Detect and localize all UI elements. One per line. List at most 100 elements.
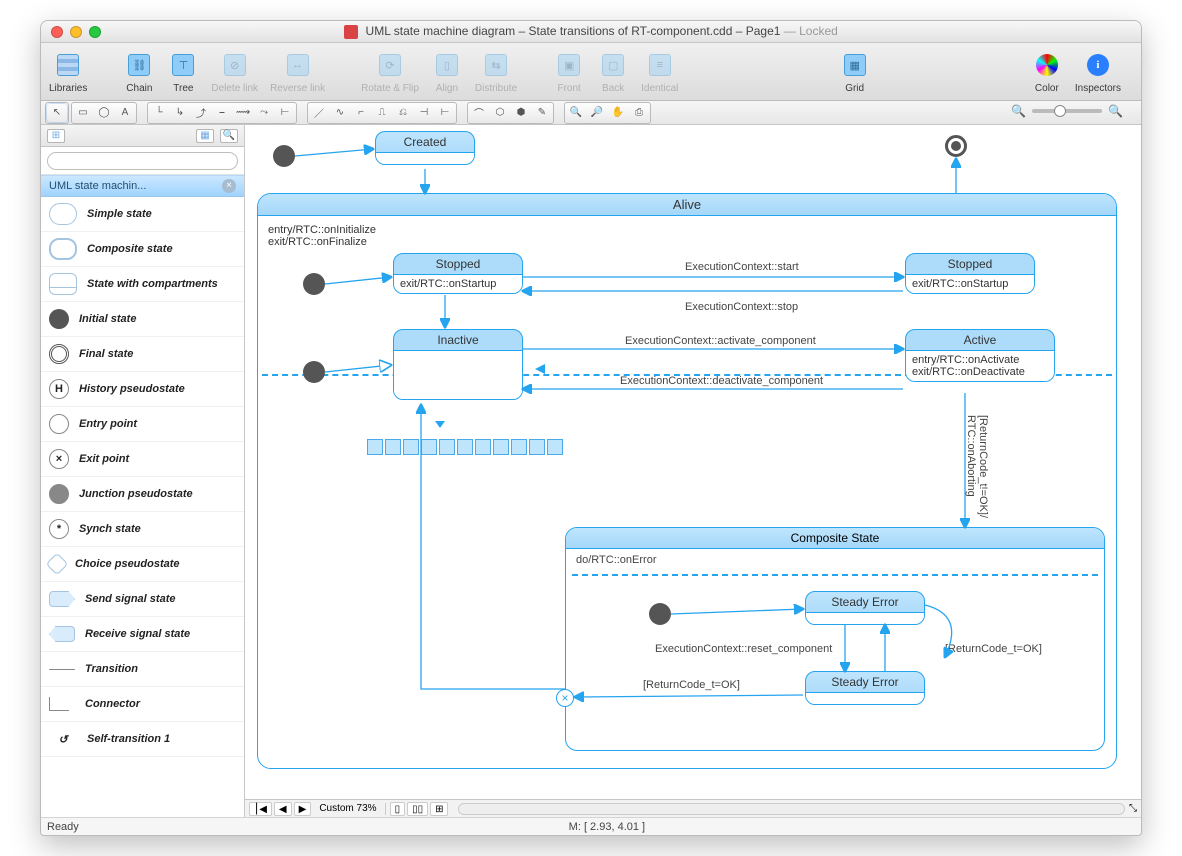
connector-3[interactable]: ⤴ — [191, 104, 211, 122]
lib-item-transition[interactable]: Transition — [41, 652, 244, 687]
connector-1[interactable]: └ — [149, 104, 169, 122]
selection-tools[interactable]: ↖ — [45, 102, 69, 124]
misc-tools[interactable]: ⌒ ⬡ ⬢ ✎ — [467, 102, 554, 124]
lib-item-choice[interactable]: Choice pseudostate — [41, 547, 244, 582]
lib-item-state-compartments[interactable]: State with compartments — [41, 267, 244, 302]
page-prev[interactable]: ◀ — [274, 802, 292, 816]
color-button[interactable]: Color — [1031, 49, 1063, 94]
lib-item-receive-signal[interactable]: Receive signal state — [41, 617, 244, 652]
lib-item-self-transition[interactable]: ↺Self-transition 1 — [41, 722, 244, 757]
state-created[interactable]: Created — [375, 131, 475, 165]
page-next[interactable]: ▶ — [294, 802, 312, 816]
ellipse-tool[interactable]: ◯ — [94, 104, 114, 122]
rect-tool[interactable]: ▭ — [73, 104, 93, 122]
align-button[interactable]: ▯Align — [431, 49, 463, 94]
tree-button[interactable]: ⊤Tree — [167, 49, 199, 94]
libraries-button[interactable]: Libraries — [49, 49, 87, 94]
initial-state-top[interactable] — [273, 145, 295, 167]
shape-tools[interactable]: ▭ ◯ A — [71, 102, 137, 124]
reverse-link-button[interactable]: ↔Reverse link — [270, 49, 325, 94]
tab-grid-icon[interactable]: ▦ — [196, 129, 214, 143]
state-composite[interactable]: Composite State do/RTC::onError — [565, 527, 1105, 751]
zoom-in-icon[interactable]: 🔍 — [1108, 104, 1123, 118]
lib-item-initial-state[interactable]: Initial state — [41, 302, 244, 337]
lib-item-final-state[interactable]: Final state — [41, 337, 244, 372]
pointer-tool[interactable]: ↖ — [47, 104, 67, 122]
grid-button[interactable]: ▦Grid — [839, 49, 871, 94]
front-button[interactable]: ▣Front — [553, 49, 585, 94]
zoom-tool[interactable]: 🔍 — [566, 104, 586, 122]
connector-6[interactable]: ⤳ — [254, 104, 274, 122]
final-state-top[interactable] — [945, 135, 967, 157]
library-header[interactable]: UML state machin... × — [41, 175, 244, 197]
lib-item-send-signal[interactable]: Send signal state — [41, 582, 244, 617]
distribute-button[interactable]: ⇆Distribute — [475, 49, 517, 94]
inspectors-button[interactable]: iInspectors — [1075, 49, 1121, 94]
zoom-window-button[interactable] — [89, 26, 101, 38]
tab-search-icon[interactable]: 🔍 — [220, 129, 238, 143]
initial-state-upper[interactable] — [303, 273, 325, 295]
state-steady-2[interactable]: Steady Error — [805, 671, 925, 705]
zoom-display[interactable]: Custom 73% — [315, 803, 380, 814]
zoom-thumb[interactable] — [1054, 105, 1066, 117]
view-tools[interactable]: 🔍 🔎 ✋ ⎙ — [564, 102, 651, 124]
view-1[interactable]: ▯ — [390, 802, 406, 816]
lib-item-exit-point[interactable]: ×Exit point — [41, 442, 244, 477]
state-steady-1[interactable]: Steady Error — [805, 591, 925, 625]
corner-resize[interactable]: ⤡ — [1129, 803, 1137, 814]
connector-5[interactable]: ⟿ — [233, 104, 253, 122]
line-tools[interactable]: ／ ∿ ⌐ ⎍ ⎌ ⊣ ⊢ — [307, 102, 457, 124]
hscrollbar[interactable] — [458, 803, 1125, 815]
zoom-slider[interactable]: 🔍 🔍 — [1011, 104, 1123, 118]
line-6[interactable]: ⊣ — [414, 104, 434, 122]
chain-button[interactable]: ⛓Chain — [123, 49, 155, 94]
misc-2[interactable]: ⬡ — [490, 104, 510, 122]
misc-4[interactable]: ✎ — [532, 104, 552, 122]
misc-3[interactable]: ⬢ — [511, 104, 531, 122]
connector-4[interactable]: ⎯ — [212, 104, 232, 122]
lib-item-junction[interactable]: Junction pseudostate — [41, 477, 244, 512]
zoom-tool-2[interactable]: 🔎 — [587, 104, 607, 122]
lib-item-composite-state[interactable]: Composite state — [41, 232, 244, 267]
view-2[interactable]: ▯▯ — [407, 802, 428, 816]
library-close-icon[interactable]: × — [222, 179, 236, 193]
selection-handles[interactable] — [367, 439, 563, 455]
view-3[interactable]: ⊞ — [430, 802, 448, 816]
state-stopped-right[interactable]: Stopped exit/RTC::onStartup — [905, 253, 1035, 294]
lib-item-connector[interactable]: Connector — [41, 687, 244, 722]
line-1[interactable]: ／ — [309, 104, 329, 122]
minimize-window-button[interactable] — [70, 26, 82, 38]
lib-item-history[interactable]: HHistory pseudostate — [41, 372, 244, 407]
line-4[interactable]: ⎍ — [372, 104, 392, 122]
lib-item-simple-state[interactable]: Simple state — [41, 197, 244, 232]
delete-link-button[interactable]: ⊘Delete link — [211, 49, 258, 94]
connector-7[interactable]: ⊢ — [275, 104, 295, 122]
initial-state-composite[interactable] — [649, 603, 671, 625]
page-first[interactable]: ⎮◀ — [249, 802, 272, 816]
zoom-out-icon[interactable]: 🔍 — [1011, 104, 1026, 118]
text-tool[interactable]: A — [115, 104, 135, 122]
diagram-canvas[interactable]: Created Alive entry/RTC::onInitialize ex… — [245, 125, 1141, 799]
state-inactive[interactable]: Inactive — [393, 329, 523, 400]
connector-2[interactable]: ↳ — [170, 104, 190, 122]
lib-item-synch[interactable]: *Synch state — [41, 512, 244, 547]
composite-exit-point[interactable]: × — [556, 689, 574, 707]
library-search-input[interactable] — [47, 152, 238, 170]
state-active[interactable]: Active entry/RTC::onActivate exit/RTC::o… — [905, 329, 1055, 382]
initial-state-lower[interactable] — [303, 361, 325, 383]
rotate-flip-button[interactable]: ⟳Rotate & Flip — [361, 49, 419, 94]
identical-button[interactable]: ≡Identical — [641, 49, 678, 94]
connector-tools[interactable]: └ ↳ ⤴ ⎯ ⟿ ⤳ ⊢ — [147, 102, 297, 124]
back-button[interactable]: ▢Back — [597, 49, 629, 94]
tab-tree-icon[interactable]: ⊞ — [47, 129, 65, 143]
misc-1[interactable]: ⌒ — [469, 104, 489, 122]
line-2[interactable]: ∿ — [330, 104, 350, 122]
line-5[interactable]: ⎌ — [393, 104, 413, 122]
close-window-button[interactable] — [51, 26, 63, 38]
crop-tool[interactable]: ⎙ — [629, 104, 649, 122]
line-3[interactable]: ⌐ — [351, 104, 371, 122]
hand-tool[interactable]: ✋ — [608, 104, 628, 122]
line-7[interactable]: ⊢ — [435, 104, 455, 122]
state-stopped-left[interactable]: Stopped exit/RTC::onStartup — [393, 253, 523, 294]
lib-item-entry-point[interactable]: Entry point — [41, 407, 244, 442]
